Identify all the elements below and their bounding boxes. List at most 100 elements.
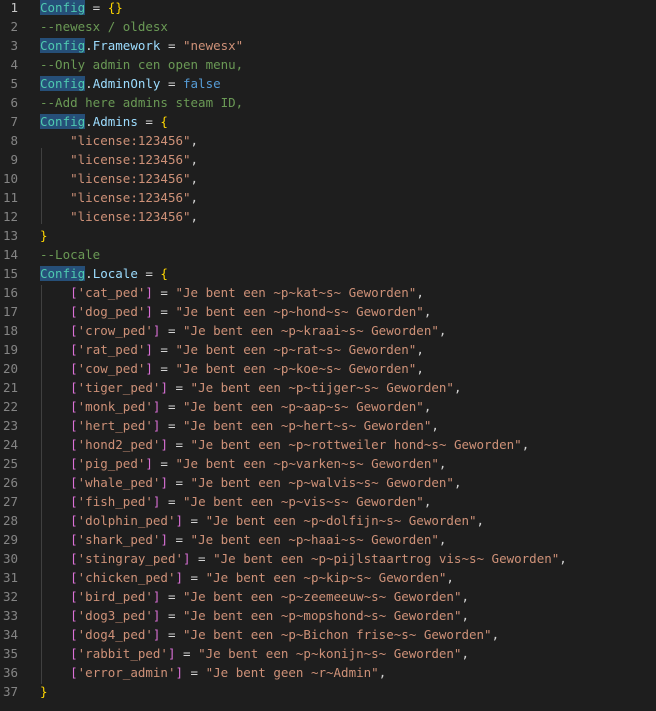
code-token: ] <box>145 342 153 357</box>
code-line[interactable]: 18 ['crow_ped'] = "Je bent een ~p~kraai~… <box>0 321 656 340</box>
line-number: 22 <box>2 399 18 414</box>
line-number: 35 <box>2 646 18 661</box>
code-line[interactable]: 24 ['hond2_ped'] = "Je bent een ~p~rottw… <box>0 435 656 454</box>
code-token: , <box>461 589 469 604</box>
code-line[interactable]: 33 ['dog3_ped'] = "Je bent een ~p~mopsho… <box>0 606 656 625</box>
code-token: ] <box>175 513 184 528</box>
code-token: [ <box>70 361 78 376</box>
code-token: , <box>423 494 432 509</box>
code-token: "license:123456" <box>70 152 191 167</box>
code-token: 'cow_ped' <box>77 361 146 376</box>
code-token: 'hert_ped' <box>77 418 153 433</box>
line-number: 34 <box>2 627 18 642</box>
code-line[interactable]: 37} <box>0 682 656 701</box>
code-line[interactable]: 27 ['fish_ped'] = "Je bent een ~p~vis~s~… <box>0 492 656 511</box>
code-line[interactable]: 14 --Locale <box>0 245 656 264</box>
code-line[interactable]: 12 "license:123456", <box>0 207 656 226</box>
code-line[interactable]: 2 --newesx / oldesx <box>0 17 656 36</box>
code-token: = <box>167 437 191 452</box>
code-token: "Je bent een ~p~dolfijn~s~ Geworden" <box>205 513 477 528</box>
line-number: 2 <box>10 19 18 34</box>
code-line[interactable]: 25 ['pig_ped'] = "Je bent een ~p~varken~… <box>0 454 656 473</box>
code-line[interactable]: 8 "license:123456", <box>0 131 656 150</box>
code-token: "newesx" <box>183 38 244 53</box>
code-token: = <box>160 76 183 91</box>
code-token: Locale <box>92 266 138 281</box>
code-line[interactable]: 19 ['rat_ped'] = "Je bent een ~p~rat~s~ … <box>0 340 656 359</box>
code-line[interactable]: 21 ['tiger_ped'] = "Je bent een ~p~tijge… <box>0 378 656 397</box>
code-token: , <box>521 437 530 452</box>
code-line[interactable]: 9 "license:123456", <box>0 150 656 169</box>
code-line[interactable]: 4 --Only admin cen open menu, <box>0 55 656 74</box>
code-token: , <box>416 285 424 300</box>
code-token: ] <box>160 475 168 490</box>
line-number: 8 <box>10 133 18 148</box>
code-line[interactable]: 3 Config.Framework = "newesx" <box>0 36 656 55</box>
code-line[interactable]: 28 ['dolphin_ped'] = "Je bent een ~p~dol… <box>0 511 656 530</box>
code-text: --newesx / oldesx <box>40 17 168 36</box>
code-token: false <box>183 76 221 91</box>
code-token: = <box>160 323 184 338</box>
code-line[interactable]: 26 ['whale_ped'] = "Je bent een ~p~walvi… <box>0 473 656 492</box>
code-line[interactable]: 29 ['shark_ped'] = "Je bent een ~p~haai~… <box>0 530 656 549</box>
code-line[interactable]: 35 ['rabbit_ped'] = "Je bent een ~p~koni… <box>0 644 656 663</box>
code-token: ] <box>183 551 191 566</box>
code-line[interactable]: 30 ['stingray_ped'] = "Je bent een ~p~pi… <box>0 549 656 568</box>
line-number: 33 <box>2 608 18 623</box>
code-text: } <box>40 226 48 245</box>
code-token: } <box>40 228 48 243</box>
line-number: 37 <box>2 684 18 699</box>
code-token: = <box>160 608 184 623</box>
code-line[interactable]: 16 ['cat_ped'] = "Je bent een ~p~kat~s~ … <box>0 283 656 302</box>
code-token: , <box>431 418 439 433</box>
code-token: = <box>160 399 184 414</box>
code-line[interactable]: 10 "license:123456", <box>0 169 656 188</box>
code-token: 'dolphin_ped' <box>77 513 176 528</box>
code-line[interactable]: 23 ['hert_ped'] = "Je bent een ~p~hert~s… <box>0 416 656 435</box>
code-token: [ <box>70 532 78 547</box>
line-number: 5 <box>10 76 18 91</box>
code-line[interactable]: 1 Config = {} <box>0 0 656 17</box>
code-token: "Je bent een ~p~mopshond~s~ Geworden" <box>183 608 462 623</box>
code-line[interactable]: 17 ['dog_ped'] = "Je bent een ~p~hond~s~… <box>0 302 656 321</box>
code-token: "Je bent een ~p~kip~s~ Geworden" <box>205 570 447 585</box>
code-line[interactable]: 34 ['dog4_ped'] = "Je bent een ~p~Bichon… <box>0 625 656 644</box>
code-line[interactable]: 15 Config.Locale = { <box>0 264 656 283</box>
code-line[interactable]: 20 ['cow_ped'] = "Je bent een ~p~koe~s~ … <box>0 359 656 378</box>
code-text: Config.Framework = "newesx" <box>40 36 243 55</box>
line-number: 7 <box>10 114 18 129</box>
code-line[interactable]: 31 ['chicken_ped'] = "Je bent een ~p~kip… <box>0 568 656 587</box>
line-number: 23 <box>2 418 18 433</box>
code-line[interactable]: 6 --Add here admins steam ID, <box>0 93 656 112</box>
code-token: "Je bent een ~p~vis~s~ Geworden" <box>183 494 424 509</box>
code-token: , <box>559 551 567 566</box>
code-token: , <box>438 456 447 471</box>
code-line[interactable]: 13} <box>0 226 656 245</box>
code-line[interactable]: 36 ['error_admin'] = "Je bent geen ~r~Ad… <box>0 663 656 682</box>
code-line[interactable]: 7 Config.Admins = { <box>0 112 656 131</box>
code-token: = <box>152 342 176 357</box>
line-number: 26 <box>2 475 18 490</box>
code-token: , <box>423 399 432 414</box>
code-line[interactable]: 22 ['monk_ped'] = "Je bent een ~p~aap~s~… <box>0 397 656 416</box>
code-line[interactable]: 5 Config.AdminOnly = false <box>0 74 656 93</box>
code-token: = <box>160 418 184 433</box>
code-token: [ <box>70 589 78 604</box>
code-token: Config <box>40 0 86 15</box>
code-line[interactable]: 11 "license:123456", <box>0 188 656 207</box>
code-text: Config = {} <box>40 0 123 17</box>
code-token: 'pig_ped' <box>77 456 146 471</box>
code-token: 'dog4_ped' <box>77 627 153 642</box>
code-editor[interactable]: 1 Config = {} 2 --newesx / oldesx 3 Config.Fr… <box>0 0 656 711</box>
code-line[interactable]: 32 ['bird_ped'] = "Je bent een ~p~zeemee… <box>0 587 656 606</box>
line-number: 25 <box>2 456 18 471</box>
